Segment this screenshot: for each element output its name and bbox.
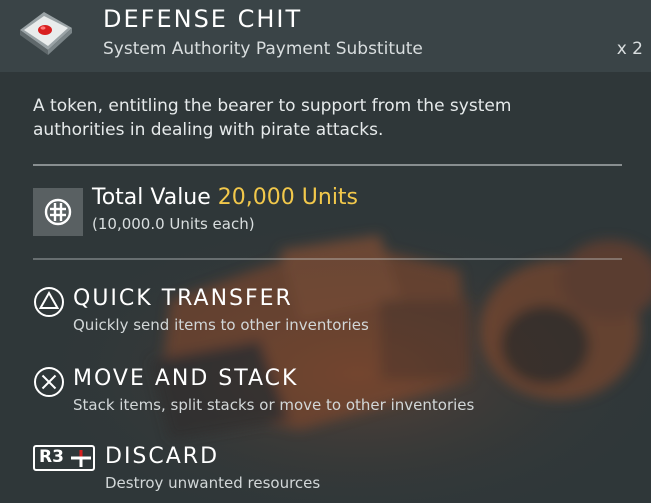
item-title: DEFENSE CHIT — [103, 5, 303, 33]
total-value-amount: 20,000 Units — [217, 185, 359, 210]
total-value: Total Value 20,000 Units — [92, 185, 358, 210]
total-value-label: Total Value — [92, 185, 211, 210]
action-description: Destroy unwanted resources — [105, 474, 321, 492]
action-title: MOVE AND STACK — [73, 366, 299, 391]
item-info-panel: DEFENSE CHIT System Authority Payment Su… — [0, 0, 651, 503]
r3-button-icon: R3 — [33, 445, 97, 473]
divider — [33, 164, 622, 166]
item-subtitle: System Authority Payment Substitute — [103, 39, 423, 59]
units-currency-icon — [33, 188, 83, 236]
background-art — [0, 0, 651, 503]
item-header: DEFENSE CHIT System Authority Payment Su… — [0, 0, 651, 72]
action-description: Quickly send items to other inventories — [73, 316, 369, 334]
r3-button-label: R3 — [39, 447, 64, 467]
action-title: QUICK TRANSFER — [73, 286, 293, 311]
item-description: A token, entitling the bearer to support… — [33, 96, 512, 140]
cross-button-icon — [34, 367, 64, 397]
unit-value-each: (10,000.0 Units each) — [92, 215, 255, 233]
item-count: x 2 — [616, 39, 643, 59]
action-description: Stack items, split stacks or move to oth… — [73, 396, 475, 414]
defense-chit-icon — [20, 12, 72, 55]
triangle-button-icon — [34, 287, 64, 317]
action-title: DISCARD — [105, 444, 220, 469]
